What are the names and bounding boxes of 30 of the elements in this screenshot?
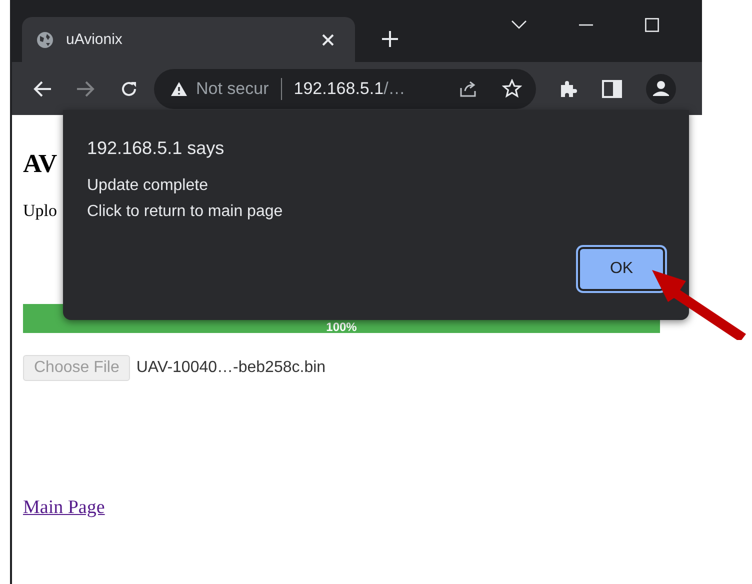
side-panel-icon[interactable] [602, 80, 622, 98]
minimize-icon[interactable] [579, 24, 593, 26]
dialog-title: 192.168.5.1 says [87, 138, 226, 159]
globe-icon [36, 30, 54, 48]
forward-arrow-icon [76, 80, 96, 98]
security-label: Not secur [196, 78, 269, 98]
file-name: UAV-10040…-beb258c.bin [136, 359, 326, 377]
main-page-link[interactable]: Main Page [23, 497, 105, 519]
url-path: /… [384, 78, 406, 98]
profile-icon[interactable] [646, 74, 676, 104]
warning-icon [170, 80, 188, 96]
progress-label: 100% [326, 321, 357, 333]
page-heading: AV [23, 149, 58, 179]
address-bar[interactable]: Not secur 192.168.5.1/… [154, 68, 536, 108]
share-icon[interactable] [458, 80, 478, 98]
maximize-icon[interactable] [645, 18, 659, 32]
url-host: 192.168.5.1 [294, 78, 384, 98]
star-icon[interactable] [502, 79, 522, 98]
chevron-icon[interactable] [511, 20, 527, 30]
reload-icon[interactable] [120, 80, 138, 98]
browser-tab[interactable]: uAvionix [22, 17, 355, 62]
tab-title: uAvionix [66, 31, 124, 48]
puzzle-icon[interactable] [558, 78, 578, 98]
back-arrow-icon[interactable] [32, 80, 52, 98]
ok-button[interactable]: OK [578, 247, 665, 291]
close-icon[interactable] [321, 32, 335, 46]
dialog-message: Click to return to main page [87, 203, 284, 221]
new-tab-icon[interactable] [381, 30, 399, 48]
body-text: Uplo [23, 201, 57, 221]
dialog-message: Update complete [87, 177, 209, 195]
